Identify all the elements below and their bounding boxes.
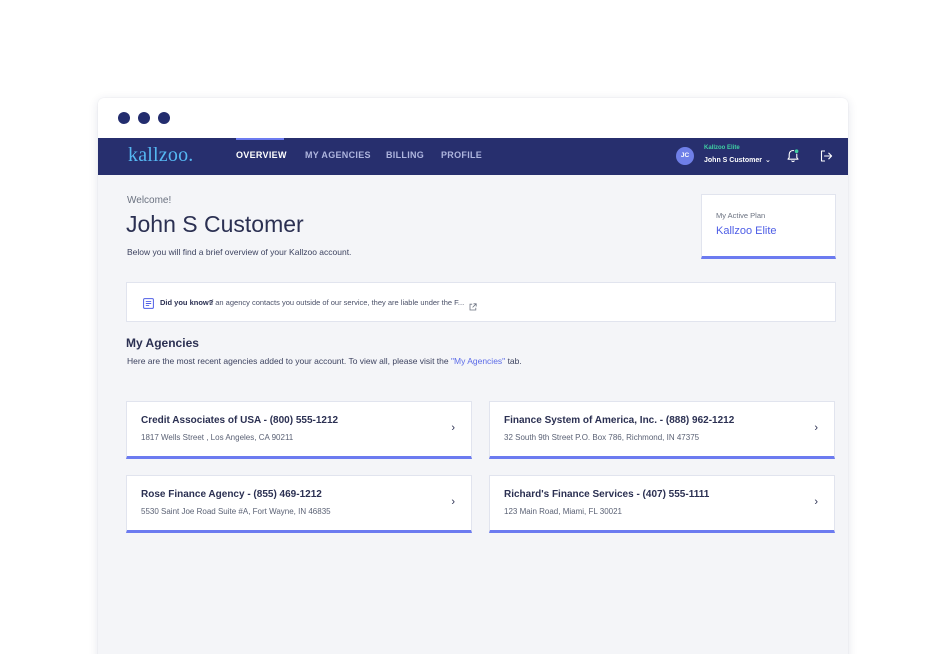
description-suffix: tab. xyxy=(505,356,522,366)
kallzoo-logo[interactable]: kallzoo. xyxy=(128,144,193,167)
plan-card-label: My Active Plan xyxy=(716,211,766,220)
agency-card[interactable]: Rose Finance Agency - (855) 469-1212 553… xyxy=(126,475,472,533)
avatar[interactable]: JC xyxy=(676,147,694,165)
agency-card[interactable]: Credit Associates of USA - (800) 555-121… xyxy=(126,401,472,459)
tip-title: Did you know? xyxy=(160,298,214,307)
agency-address: 32 South 9th Street P.O. Box 786, Richmo… xyxy=(504,433,700,442)
user-name: John S Customer xyxy=(704,157,762,164)
active-plan-card[interactable]: My Active Plan Kallzoo Elite xyxy=(701,194,836,259)
agency-address: 123 Main Road, Miami, FL 30021 xyxy=(504,507,622,516)
nav-profile[interactable]: PROFILE xyxy=(441,150,482,160)
agency-name: Finance System of America, Inc. - (888) … xyxy=(504,415,735,426)
nav-my-agencies[interactable]: MY AGENCIES xyxy=(305,150,371,160)
agency-card[interactable]: Richard's Finance Services - (407) 555-1… xyxy=(489,475,835,533)
user-plan-label: Kallzoo Elite xyxy=(704,145,740,151)
nav-billing[interactable]: BILLING xyxy=(386,150,424,160)
plan-card-value[interactable]: Kallzoo Elite xyxy=(716,225,777,237)
intro-text: Below you will find a brief overview of … xyxy=(127,247,352,257)
external-link-icon[interactable] xyxy=(469,298,477,311)
my-agencies-description: Here are the most recent agencies added … xyxy=(127,356,522,366)
chevron-right-icon: › xyxy=(814,496,818,508)
news-icon xyxy=(143,296,154,309)
my-agencies-link[interactable]: "My Agencies" xyxy=(451,356,505,366)
window-minimize-dot[interactable] xyxy=(138,112,150,124)
bell-icon[interactable] xyxy=(786,148,800,164)
agency-name: Rose Finance Agency - (855) 469-1212 xyxy=(141,489,322,500)
my-agencies-heading: My Agencies xyxy=(126,336,199,350)
window-maximize-dot[interactable] xyxy=(158,112,170,124)
user-menu[interactable]: John S Customer ⌄ xyxy=(704,156,771,164)
tip-text: If an agency contacts you outside of our… xyxy=(209,298,465,307)
page-title: John S Customer xyxy=(126,211,304,237)
agency-name: Credit Associates of USA - (800) 555-121… xyxy=(141,415,339,426)
browser-window: kallzoo. OVERVIEW MY AGENCIES BILLING PR… xyxy=(98,98,848,654)
agency-name: Richard's Finance Services - (407) 555-1… xyxy=(504,489,710,500)
active-tab-indicator xyxy=(236,138,284,140)
agency-address: 1817 Wells Street , Los Angeles, CA 9021… xyxy=(141,433,294,442)
chevron-down-icon: ⌄ xyxy=(764,157,771,164)
welcome-text: Welcome! xyxy=(127,195,172,206)
window-titlebar xyxy=(98,98,848,138)
did-you-know-banner: Did you know? If an agency contacts you … xyxy=(126,282,836,322)
nav-overview[interactable]: OVERVIEW xyxy=(236,150,287,160)
chevron-right-icon: › xyxy=(451,422,455,434)
chevron-right-icon: › xyxy=(814,422,818,434)
chevron-right-icon: › xyxy=(451,496,455,508)
agency-address: 5530 Saint Joe Road Suite #A, Fort Wayne… xyxy=(141,507,331,516)
description-text: Here are the most recent agencies added … xyxy=(127,356,451,366)
logout-icon[interactable] xyxy=(819,148,833,164)
top-navbar: kallzoo. OVERVIEW MY AGENCIES BILLING PR… xyxy=(98,138,848,175)
window-close-dot[interactable] xyxy=(118,112,130,124)
agency-card[interactable]: Finance System of America, Inc. - (888) … xyxy=(489,401,835,459)
